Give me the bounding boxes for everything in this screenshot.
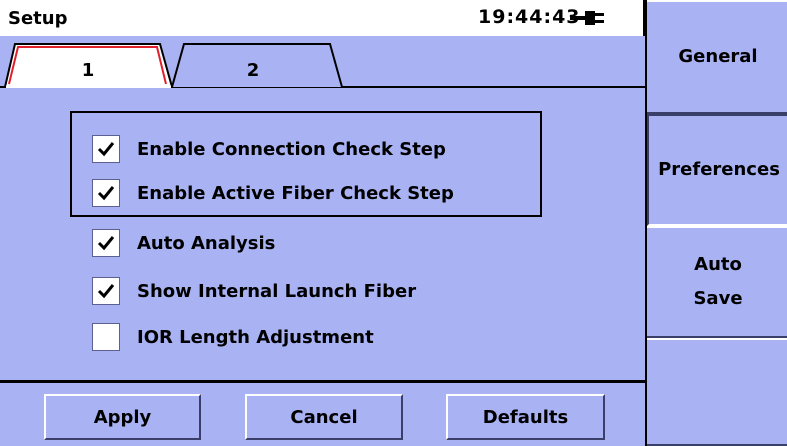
- checkbox[interactable]: [92, 179, 120, 207]
- general-button[interactable]: General: [647, 0, 787, 114]
- general-label: General: [678, 46, 758, 67]
- option-internal-launch-fiber[interactable]: Show Internal Launch Fiber: [92, 277, 416, 305]
- empty-side-button[interactable]: [647, 338, 787, 446]
- check-icon: [97, 284, 115, 299]
- window-title: Setup: [8, 8, 68, 29]
- apply-button[interactable]: Apply: [44, 394, 201, 440]
- option-label: Enable Connection Check Step: [137, 138, 446, 160]
- option-auto-analysis[interactable]: Auto Analysis: [92, 229, 275, 257]
- check-icon: [97, 142, 115, 157]
- option-label: Auto Analysis: [137, 232, 276, 254]
- auto-save-label-line2: Save: [693, 288, 743, 309]
- option-ior-length-adjustment[interactable]: IOR Length Adjustment: [92, 323, 374, 351]
- option-label: Show Internal Launch Fiber: [137, 280, 417, 302]
- option-label: IOR Length Adjustment: [137, 326, 374, 348]
- cancel-button[interactable]: Cancel: [245, 394, 403, 440]
- check-icon: [97, 186, 115, 201]
- auto-save-button[interactable]: Auto Save: [647, 226, 787, 338]
- check-icon: [97, 236, 115, 251]
- preferences-label: Preferences: [658, 159, 780, 180]
- tab-2[interactable]: 2: [233, 60, 273, 81]
- settings-panel: Enable Connection Check Step Enable Acti…: [0, 88, 645, 384]
- option-active-fiber-check[interactable]: Enable Active Fiber Check Step: [92, 179, 454, 207]
- side-menu: General Preferences Auto Save: [645, 0, 787, 446]
- tab-1[interactable]: 1: [68, 60, 108, 81]
- option-label: Enable Active Fiber Check Step: [137, 182, 454, 204]
- title-bar: Setup 19:44:43: [0, 0, 645, 36]
- checkbox[interactable]: [92, 229, 120, 257]
- power-plug-icon: [570, 11, 604, 25]
- option-connection-check[interactable]: Enable Connection Check Step: [92, 135, 446, 163]
- divider: [0, 380, 645, 383]
- defaults-button[interactable]: Defaults: [446, 394, 605, 440]
- checkbox[interactable]: [92, 135, 120, 163]
- preferences-button[interactable]: Preferences: [647, 114, 787, 226]
- auto-save-label-line1: Auto: [694, 254, 742, 275]
- checkbox[interactable]: [92, 277, 120, 305]
- tab-strip: 1 2: [0, 36, 645, 88]
- clock: 19:44:43: [478, 6, 581, 28]
- checkbox[interactable]: [92, 323, 120, 351]
